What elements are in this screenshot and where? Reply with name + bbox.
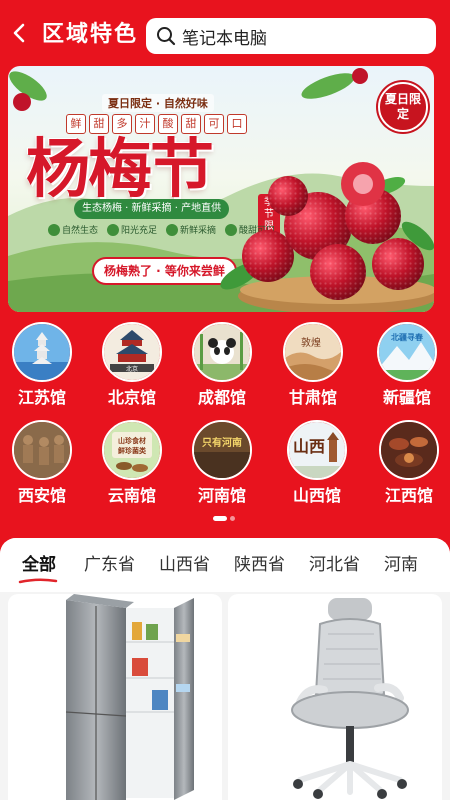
pavilion-jiangsu[interactable]: 江苏馆	[7, 322, 77, 408]
tab-all[interactable]: 全部	[0, 538, 68, 592]
tab-shanxi[interactable]: 山西省	[147, 538, 222, 592]
pavilion-name: 云南馆	[107, 486, 156, 505]
feature-char: 汁	[135, 114, 155, 134]
pager-dot-active[interactable]	[213, 516, 227, 521]
pavilion-xian[interactable]: 西安馆	[7, 420, 77, 506]
pavilion-thumbnail: 只有河南	[192, 420, 252, 480]
pavilion-thumbnail: 山珍食材 鲜珍菌类	[102, 420, 162, 480]
pavilion-thumbnail: 敦煌	[283, 322, 343, 382]
leaf-decoration	[301, 68, 368, 99]
tab-underline	[18, 578, 58, 584]
pavilion-thumbnail	[12, 322, 72, 382]
badge-item: 自然生态	[48, 223, 98, 236]
pagoda-image	[14, 324, 70, 380]
header: 区域特色 笔记本电脑	[0, 0, 450, 64]
pottery-image	[381, 422, 437, 478]
mushroom-image: 山珍食材 鲜珍菌类	[104, 422, 160, 478]
chevron-left-icon	[13, 23, 25, 43]
desert-image: 敦煌	[285, 324, 341, 380]
pavilion-name: 新疆馆	[382, 388, 431, 407]
badge-label: 自然生态	[62, 226, 99, 236]
tab-label: 全部	[22, 555, 56, 575]
search-bar[interactable]: 笔记本电脑	[146, 18, 436, 54]
terracotta-image	[14, 422, 70, 478]
pavilion-chengdu[interactable]: 成都馆	[187, 322, 257, 408]
hand-icon	[166, 223, 179, 236]
tab-guangdong[interactable]: 广东省	[68, 538, 147, 592]
feature-char: 口	[227, 114, 247, 134]
back-button[interactable]	[6, 20, 32, 46]
promo-banner[interactable]: 夏日限定 · 自然好味 鲜 甜 多 汁 酸 甜 可 口 杨梅节 季节限定 夏日限…	[8, 66, 434, 312]
temple-of-heaven-image: 北京	[104, 324, 160, 380]
search-icon	[155, 25, 177, 47]
thumb-label: 北疆寻春	[391, 332, 423, 342]
pavilion-thumbnail	[379, 420, 439, 480]
app-root: 区域特色 笔记本电脑 夏日限定 · 自然好味 鲜 甜 多 汁 酸 甜 可 口 杨…	[0, 0, 450, 800]
banner-feature-chars: 鲜 甜 多 汁 酸 甜 可 口	[66, 114, 250, 134]
feature-char: 可	[204, 114, 224, 134]
thumb-label: 鲜珍菌类	[118, 446, 147, 455]
badge-label: 阳光充足	[121, 226, 158, 236]
snow-mountain-image: 北疆寻春	[379, 324, 435, 380]
chair-image	[291, 598, 409, 799]
pager-dot[interactable]	[230, 516, 235, 521]
badge-item: 阳光充足	[107, 223, 157, 236]
product-card[interactable]	[228, 594, 442, 800]
carousel-pager[interactable]	[213, 516, 235, 521]
pavilion-name: 河南馆	[197, 486, 246, 505]
banner-title: 杨梅节	[26, 132, 214, 207]
pavilion-beijing[interactable]: 北京 北京馆	[97, 322, 167, 408]
pavilion-name: 江苏馆	[17, 388, 66, 407]
pavilion-name: 成都馆	[197, 388, 246, 407]
pavilion-gansu[interactable]: 敦煌 甘肃馆	[278, 322, 348, 408]
product-card[interactable]	[8, 594, 222, 800]
pavilion-thumbnail: 北京	[102, 322, 162, 382]
pavilion-row: 西安馆 山珍食材 鲜珍菌类 云南馆 只有河南 河南馆 山西 山西馆 江西馆	[0, 420, 450, 516]
panda-image	[194, 324, 250, 380]
search-input[interactable]: 笔记本电脑	[182, 24, 267, 49]
thumb-label: 山西	[293, 437, 325, 456]
leaf-icon	[48, 223, 60, 236]
feature-char: 甜	[181, 114, 201, 134]
pavilion-name: 山西馆	[292, 486, 341, 505]
sun-icon	[107, 223, 120, 236]
calligraphy-image: 只有河南	[194, 422, 250, 478]
thumb-label: 敦煌	[301, 336, 321, 349]
pavilion-yunnan[interactable]: 山珍食材 鲜珍菌类 云南馆	[97, 420, 167, 506]
province-tabs: 全部 广东省 山西省 陕西省 河北省 河南	[0, 538, 450, 592]
pavilion-name: 北京馆	[107, 388, 156, 407]
pavilion-thumbnail	[192, 322, 252, 382]
pavilion-name: 甘肃馆	[288, 388, 337, 407]
summer-seal: 夏日限定	[378, 82, 428, 132]
thumb-label: 山珍食材	[118, 436, 146, 445]
fridge-image	[65, 594, 194, 800]
banner-tagline: 夏日限定 · 自然好味	[102, 94, 214, 112]
pavilion-thumbnail	[12, 420, 72, 480]
feature-char: 鲜	[66, 114, 86, 134]
thumb-label: 北京	[126, 365, 138, 373]
tab-hebei[interactable]: 河北省	[297, 538, 372, 592]
feature-char: 多	[112, 114, 132, 134]
feature-char: 酸	[158, 114, 178, 134]
shanxi-image: 山西	[289, 422, 345, 478]
pavilion-thumbnail: 北疆寻春	[377, 322, 437, 382]
pavilion-jiangxi[interactable]: 江西馆	[374, 420, 444, 506]
pavilion-name: 江西馆	[384, 486, 433, 505]
leaf-decoration	[9, 71, 47, 111]
tab-shaanxi[interactable]: 陕西省	[222, 538, 297, 592]
product-panel: 全部 广东省 山西省 陕西省 河北省 河南	[0, 538, 450, 800]
pavilion-shanxi[interactable]: 山西 山西馆	[282, 420, 352, 506]
bayberry-illustration	[220, 162, 434, 312]
feature-char: 甜	[89, 114, 109, 134]
thumb-label: 只有河南	[202, 436, 242, 449]
page-title: 区域特色	[42, 22, 139, 47]
pavilion-row: 江苏馆 北京 北京馆 成都馆 敦煌 甘肃馆 北疆寻春 新疆馆	[0, 322, 450, 418]
pavilion-henan[interactable]: 只有河南 河南馆	[187, 420, 257, 506]
tab-henan[interactable]: 河南	[372, 538, 430, 592]
pavilion-xinjiang[interactable]: 北疆寻春 新疆馆	[372, 322, 442, 408]
pavilion-thumbnail: 山西	[287, 420, 347, 480]
pavilion-name: 西安馆	[17, 486, 66, 505]
